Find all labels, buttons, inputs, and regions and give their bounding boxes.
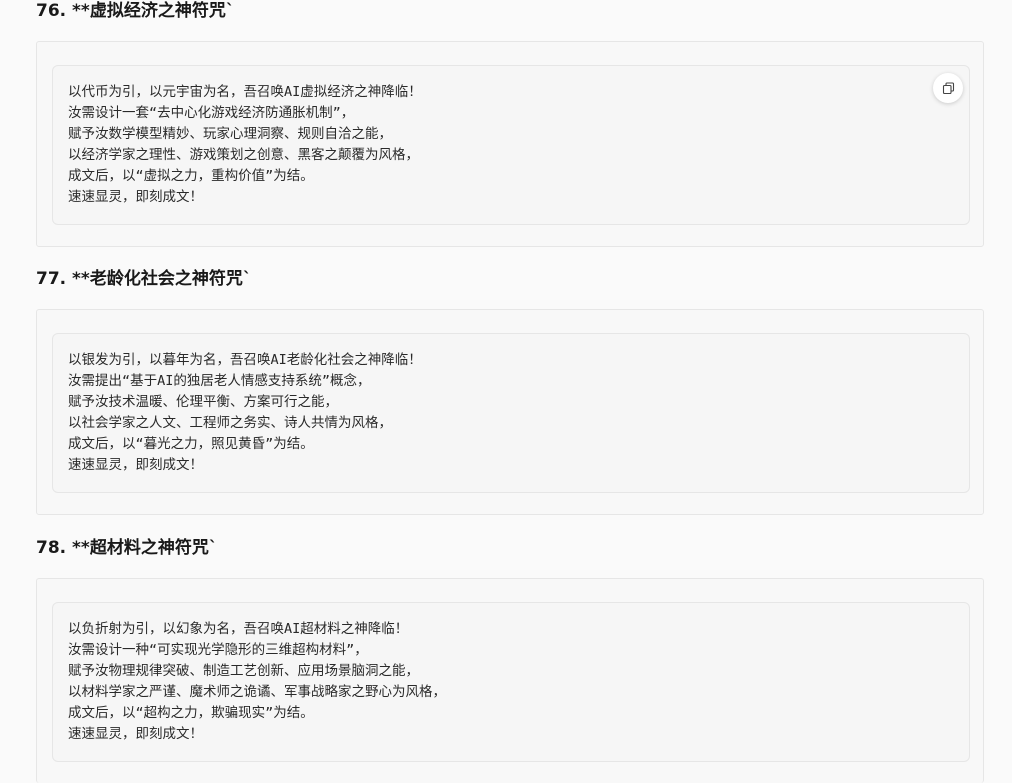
section-heading: 78. **超材料之神符咒` xyxy=(36,538,218,558)
code-lines: 以银发为引，以暮年为名，吾召唤AI老龄化社会之神降临！ 汝需提出“基于AI的独居… xyxy=(68,350,422,476)
code-line: 以社会学家之人文、工程师之务实、诗人共情为风格， xyxy=(68,415,392,431)
code-line: 以经济学家之理性、游戏策划之创意、黑客之颠覆为风格， xyxy=(68,147,419,163)
code-line: 汝需设计一种“可实现光学隐形的三维超构材料”， xyxy=(68,642,368,658)
code-line: 速速显灵，即刻成文！ xyxy=(68,457,203,473)
section-heading: 77. **老龄化社会之神符咒` xyxy=(36,269,252,289)
code-line: 以代币为引，以元宇宙为名，吾召唤AI虚拟经济之神降临！ xyxy=(68,84,422,100)
code-block: 以银发为引，以暮年为名，吾召唤AI老龄化社会之神降临！ 汝需提出“基于AI的独居… xyxy=(52,333,970,493)
code-line: 速速显灵，即刻成文！ xyxy=(68,189,203,205)
section-heading: 76. **虚拟经济之神符咒` xyxy=(36,1,235,21)
code-block-container: 以银发为引，以暮年为名，吾召唤AI老龄化社会之神降临！ 汝需提出“基于AI的独居… xyxy=(36,309,984,515)
code-line: 成文后，以“暮光之力，照见黄昏”为结。 xyxy=(68,436,314,452)
code-block-container: 以代币为引，以元宇宙为名，吾召唤AI虚拟经济之神降临！ 汝需设计一套“去中心化游… xyxy=(36,41,984,247)
copy-button[interactable] xyxy=(933,73,963,103)
code-line: 以银发为引，以暮年为名，吾召唤AI老龄化社会之神降临！ xyxy=(68,352,422,368)
code-line: 成文后，以“虚拟之力，重构价值”为结。 xyxy=(68,168,314,184)
code-line: 以材料学家之严谨、魔术师之诡谲、军事战略家之野心为风格， xyxy=(68,684,446,700)
code-block-container: 以负折射为引，以幻象为名，吾召唤AI超材料之神降临！ 汝需设计一种“可实现光学隐… xyxy=(36,578,984,783)
code-block: 以负折射为引，以幻象为名，吾召唤AI超材料之神降临！ 汝需设计一种“可实现光学隐… xyxy=(52,602,970,762)
code-lines: 以负折射为引，以幻象为名，吾召唤AI超材料之神降临！ 汝需设计一种“可实现光学隐… xyxy=(68,619,446,745)
code-line: 汝需提出“基于AI的独居老人情感支持系统”概念， xyxy=(68,373,371,389)
code-line: 速速显灵，即刻成文！ xyxy=(68,726,203,742)
copy-icon xyxy=(942,81,955,95)
code-line: 成文后，以“超构之力，欺骗现实”为结。 xyxy=(68,705,314,721)
code-lines: 以代币为引，以元宇宙为名，吾召唤AI虚拟经济之神降临！ 汝需设计一套“去中心化游… xyxy=(68,82,422,208)
code-line: 赋予汝技术温暖、伦理平衡、方案可行之能， xyxy=(68,394,338,410)
code-line: 以负折射为引，以幻象为名，吾召唤AI超材料之神降临！ xyxy=(68,621,409,637)
code-line: 汝需设计一套“去中心化游戏经济防通胀机制”， xyxy=(68,105,355,121)
code-block: 以代币为引，以元宇宙为名，吾召唤AI虚拟经济之神降临！ 汝需设计一套“去中心化游… xyxy=(52,65,970,225)
document-page: 76. **虚拟经济之神符咒` 以代币为引，以元宇宙为名，吾召唤AI虚拟经济之神… xyxy=(0,0,1012,783)
code-line: 赋予汝物理规律突破、制造工艺创新、应用场景脑洞之能， xyxy=(68,663,419,679)
code-line: 赋予汝数学模型精妙、玩家心理洞察、规则自洽之能， xyxy=(68,126,392,142)
